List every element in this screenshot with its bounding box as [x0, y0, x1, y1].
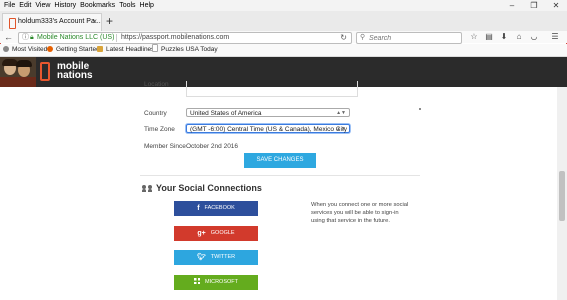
menu-bookmarks[interactable]: Bookmarks: [80, 0, 115, 11]
bookmark-star-icon[interactable]: ☆: [467, 31, 481, 43]
tab-strip: holdum333's Account Pa... × +: [0, 11, 567, 32]
menu-history[interactable]: History: [54, 0, 76, 11]
feed-icon: [97, 46, 103, 52]
chevron-down-icon: ▲▼: [336, 126, 346, 132]
menu-view[interactable]: View: [35, 0, 50, 11]
navigation-bar: ← ⓘ 🔒︎ Mobile Nations LLC (US) https://p…: [0, 31, 567, 44]
menu-file[interactable]: File: [4, 0, 15, 11]
page-icon: [152, 44, 158, 52]
url-text[interactable]: https://passport.mobilenations.com: [121, 33, 229, 43]
home-icon[interactable]: ⌂: [512, 31, 526, 43]
url-separator: [116, 34, 117, 42]
download-icon[interactable]: ⬇: [497, 31, 511, 43]
site-logo[interactable]: mobile nations: [57, 62, 93, 81]
social-connections-title: Your Social Connections: [142, 183, 262, 193]
decorative-dot: [419, 108, 421, 110]
country-select[interactable]: United States of America ▲▼: [186, 108, 350, 117]
location-field[interactable]: [186, 81, 358, 97]
page-content: Location Country United States of Americ…: [0, 81, 557, 300]
url-bar[interactable]: ⓘ 🔒︎ Mobile Nations LLC (US) https://pas…: [18, 32, 352, 44]
search-input[interactable]: [369, 34, 457, 42]
menu-tools[interactable]: Tools: [119, 0, 135, 11]
bookmarks-toolbar: Most Visited Getting Started Latest Head…: [0, 44, 567, 57]
bookmark-puzzles[interactable]: Puzzles USA Today: [152, 44, 218, 56]
menu-bar: File Edit View History Bookmarks Tools Help – ❐…: [0, 0, 567, 11]
bookmark-getting-started[interactable]: Getting Started: [47, 44, 100, 56]
minimize-icon[interactable]: –: [501, 0, 523, 11]
close-tab-icon[interactable]: ×: [92, 17, 97, 26]
firefox-icon: [47, 46, 53, 52]
scrollbar-thumb[interactable]: [559, 171, 565, 221]
member-since-value: October 2nd 2016: [186, 143, 239, 150]
menu-hamburger-icon[interactable]: ☰: [548, 31, 562, 43]
microsoft-connect-button[interactable]: MICROSOFT: [174, 275, 258, 290]
google-connect-button[interactable]: g+ GOOGLE: [174, 226, 258, 241]
facebook-connect-button[interactable]: f FACEBOOK: [174, 201, 258, 216]
reload-icon[interactable]: ↻: [340, 33, 347, 43]
timezone-label: Time Zone: [144, 126, 175, 133]
gear-icon: [3, 46, 9, 52]
bookmark-latest-headlines[interactable]: Latest Headlines: [97, 44, 154, 56]
bookmark-most-visited[interactable]: Most Visited: [3, 44, 47, 56]
facebook-icon: f: [197, 205, 200, 212]
identity-org[interactable]: Mobile Nations LLC (US): [37, 33, 114, 43]
new-tab-icon[interactable]: +: [106, 14, 113, 28]
section-divider: [140, 175, 420, 176]
location-label: Location: [144, 81, 169, 88]
phone-logo-icon[interactable]: [40, 62, 50, 81]
window-controls: – ❐ ✕: [501, 0, 567, 11]
windows-icon: [194, 278, 200, 284]
social-description: When you connect one or more social serv…: [311, 202, 409, 224]
info-icon[interactable]: ⓘ: [22, 33, 29, 43]
menu-help[interactable]: Help: [140, 0, 154, 11]
tab-account-page[interactable]: holdum333's Account Pa... ×: [2, 13, 102, 31]
pocket-icon[interactable]: ◡: [527, 31, 541, 43]
chevron-down-icon: ▲▼: [336, 110, 346, 116]
library-icon[interactable]: ▤: [482, 31, 496, 43]
tab-title: holdum333's Account Pa...: [18, 18, 101, 25]
favicon-icon: [9, 18, 16, 29]
page-scrollbar[interactable]: [557, 87, 567, 300]
search-icon: ⚲: [360, 34, 366, 41]
lock-icon: 🔒︎: [30, 34, 34, 41]
twitter-connect-button[interactable]: 🐦︎ TWITTER: [174, 250, 258, 265]
save-changes-button[interactable]: SAVE CHANGES: [244, 153, 316, 168]
avatar[interactable]: [0, 57, 36, 87]
timezone-select[interactable]: (GMT -6:00) Central Time (US & Canada), …: [186, 124, 350, 133]
member-since-label: Member Since: [144, 143, 186, 150]
close-window-icon[interactable]: ✕: [545, 0, 567, 11]
twitter-icon: 🐦︎: [196, 254, 206, 261]
back-icon[interactable]: ←: [4, 31, 13, 43]
search-box[interactable]: ⚲: [356, 32, 462, 44]
country-label: Country: [144, 110, 167, 117]
google-plus-icon: g+: [197, 230, 206, 237]
users-icon: [142, 185, 153, 192]
menu-edit[interactable]: Edit: [19, 0, 31, 11]
restore-icon[interactable]: ❐: [523, 0, 545, 11]
